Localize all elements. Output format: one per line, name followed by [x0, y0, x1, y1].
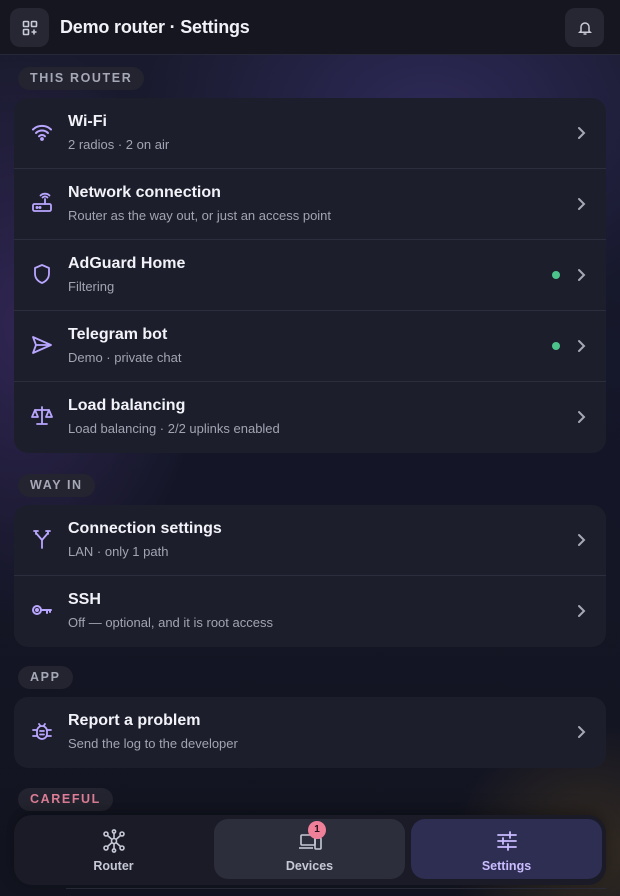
row-subtitle: 2 radios · 2 on air [68, 137, 170, 152]
status-dot [552, 271, 560, 279]
network-icon [103, 829, 125, 853]
settings-row-report-problem[interactable]: Report a problem Send the log to the dev… [14, 697, 606, 768]
settings-row-ssh[interactable]: SSH Off — optional, and it is root acces… [14, 576, 606, 647]
settings-row-telegram-bot[interactable]: Telegram bot Demo · private chat [14, 311, 606, 382]
scale-icon [30, 404, 54, 428]
wifi-icon [30, 120, 54, 144]
row-subtitle: Send the log to the developer [68, 736, 238, 751]
bug-icon [30, 719, 54, 743]
row-subtitle: Load balancing · 2/2 uplinks enabled [68, 421, 280, 436]
send-icon [30, 333, 54, 357]
nav-router[interactable]: Router [18, 819, 209, 879]
router-icon [30, 191, 54, 215]
nav-label: Settings [481, 859, 532, 873]
chevron-right-icon [578, 340, 586, 352]
chevron-right-icon [578, 127, 586, 139]
section-label-way-in: WAY IN [18, 474, 95, 497]
row-subtitle: Demo · private chat [68, 350, 182, 365]
card-this-router: Wi-Fi 2 radios · 2 on air Network connec… [14, 98, 606, 453]
row-title: Network connection [68, 184, 221, 201]
row-subtitle: Filtering [68, 279, 115, 294]
apps-grid-icon [22, 20, 37, 35]
section-label-this-router: THIS ROUTER [18, 67, 145, 90]
fork-icon [30, 527, 54, 551]
divider [66, 888, 606, 889]
section-label-app: APP [18, 666, 73, 689]
page-title: Demo router · Settings [60, 17, 250, 37]
sliders-icon [497, 831, 517, 851]
notifications-button[interactable] [565, 8, 604, 47]
nav-settings[interactable]: Settings [411, 819, 602, 879]
row-title: Telegram bot [68, 326, 168, 343]
nav-devices[interactable]: 1 Devices [214, 819, 405, 879]
section-label-careful: CAREFUL [18, 788, 113, 811]
row-subtitle: Router as the way out, or just an access… [68, 208, 332, 223]
row-subtitle: LAN · only 1 path [68, 544, 169, 559]
key-icon [30, 598, 54, 622]
chevron-right-icon [578, 726, 586, 738]
chevron-right-icon [578, 411, 586, 423]
settings-row-load-balancing[interactable]: Load balancing Load balancing · 2/2 upli… [14, 382, 606, 453]
bell-icon [577, 21, 592, 35]
chevron-right-icon [578, 269, 586, 281]
row-title: Report a problem [68, 712, 201, 729]
chevron-right-icon [578, 198, 586, 210]
row-title: Load balancing [68, 397, 186, 414]
row-title: AdGuard Home [68, 255, 186, 272]
shield-icon [30, 262, 54, 286]
settings-row-connection-settings[interactable]: Connection settings LAN · only 1 path [14, 505, 606, 576]
status-dot [552, 342, 560, 350]
card-app: Report a problem Send the log to the dev… [14, 697, 606, 768]
chevron-right-icon [578, 534, 586, 546]
row-title: Connection settings [68, 520, 222, 537]
bottom-nav: Router 1 Devices Settings [14, 815, 606, 885]
row-subtitle: Off — optional, and it is root access [68, 615, 273, 630]
row-title: SSH [68, 591, 101, 608]
apps-menu-button[interactable] [10, 8, 49, 47]
card-way-in: Connection settings LAN · only 1 path SS… [14, 505, 606, 647]
row-title: Wi-Fi [68, 113, 107, 130]
notification-badge: 1 [308, 821, 326, 839]
nav-label: Router [93, 859, 134, 873]
settings-row-adguard-home[interactable]: AdGuard Home Filtering [14, 240, 606, 311]
chevron-right-icon [578, 605, 586, 617]
settings-row-wifi[interactable]: Wi-Fi 2 radios · 2 on air [14, 98, 606, 169]
settings-row-network-connection[interactable]: Network connection Router as the way out… [14, 169, 606, 240]
nav-label: Devices [285, 859, 334, 873]
top-bar: Demo router · Settings [0, 0, 620, 55]
